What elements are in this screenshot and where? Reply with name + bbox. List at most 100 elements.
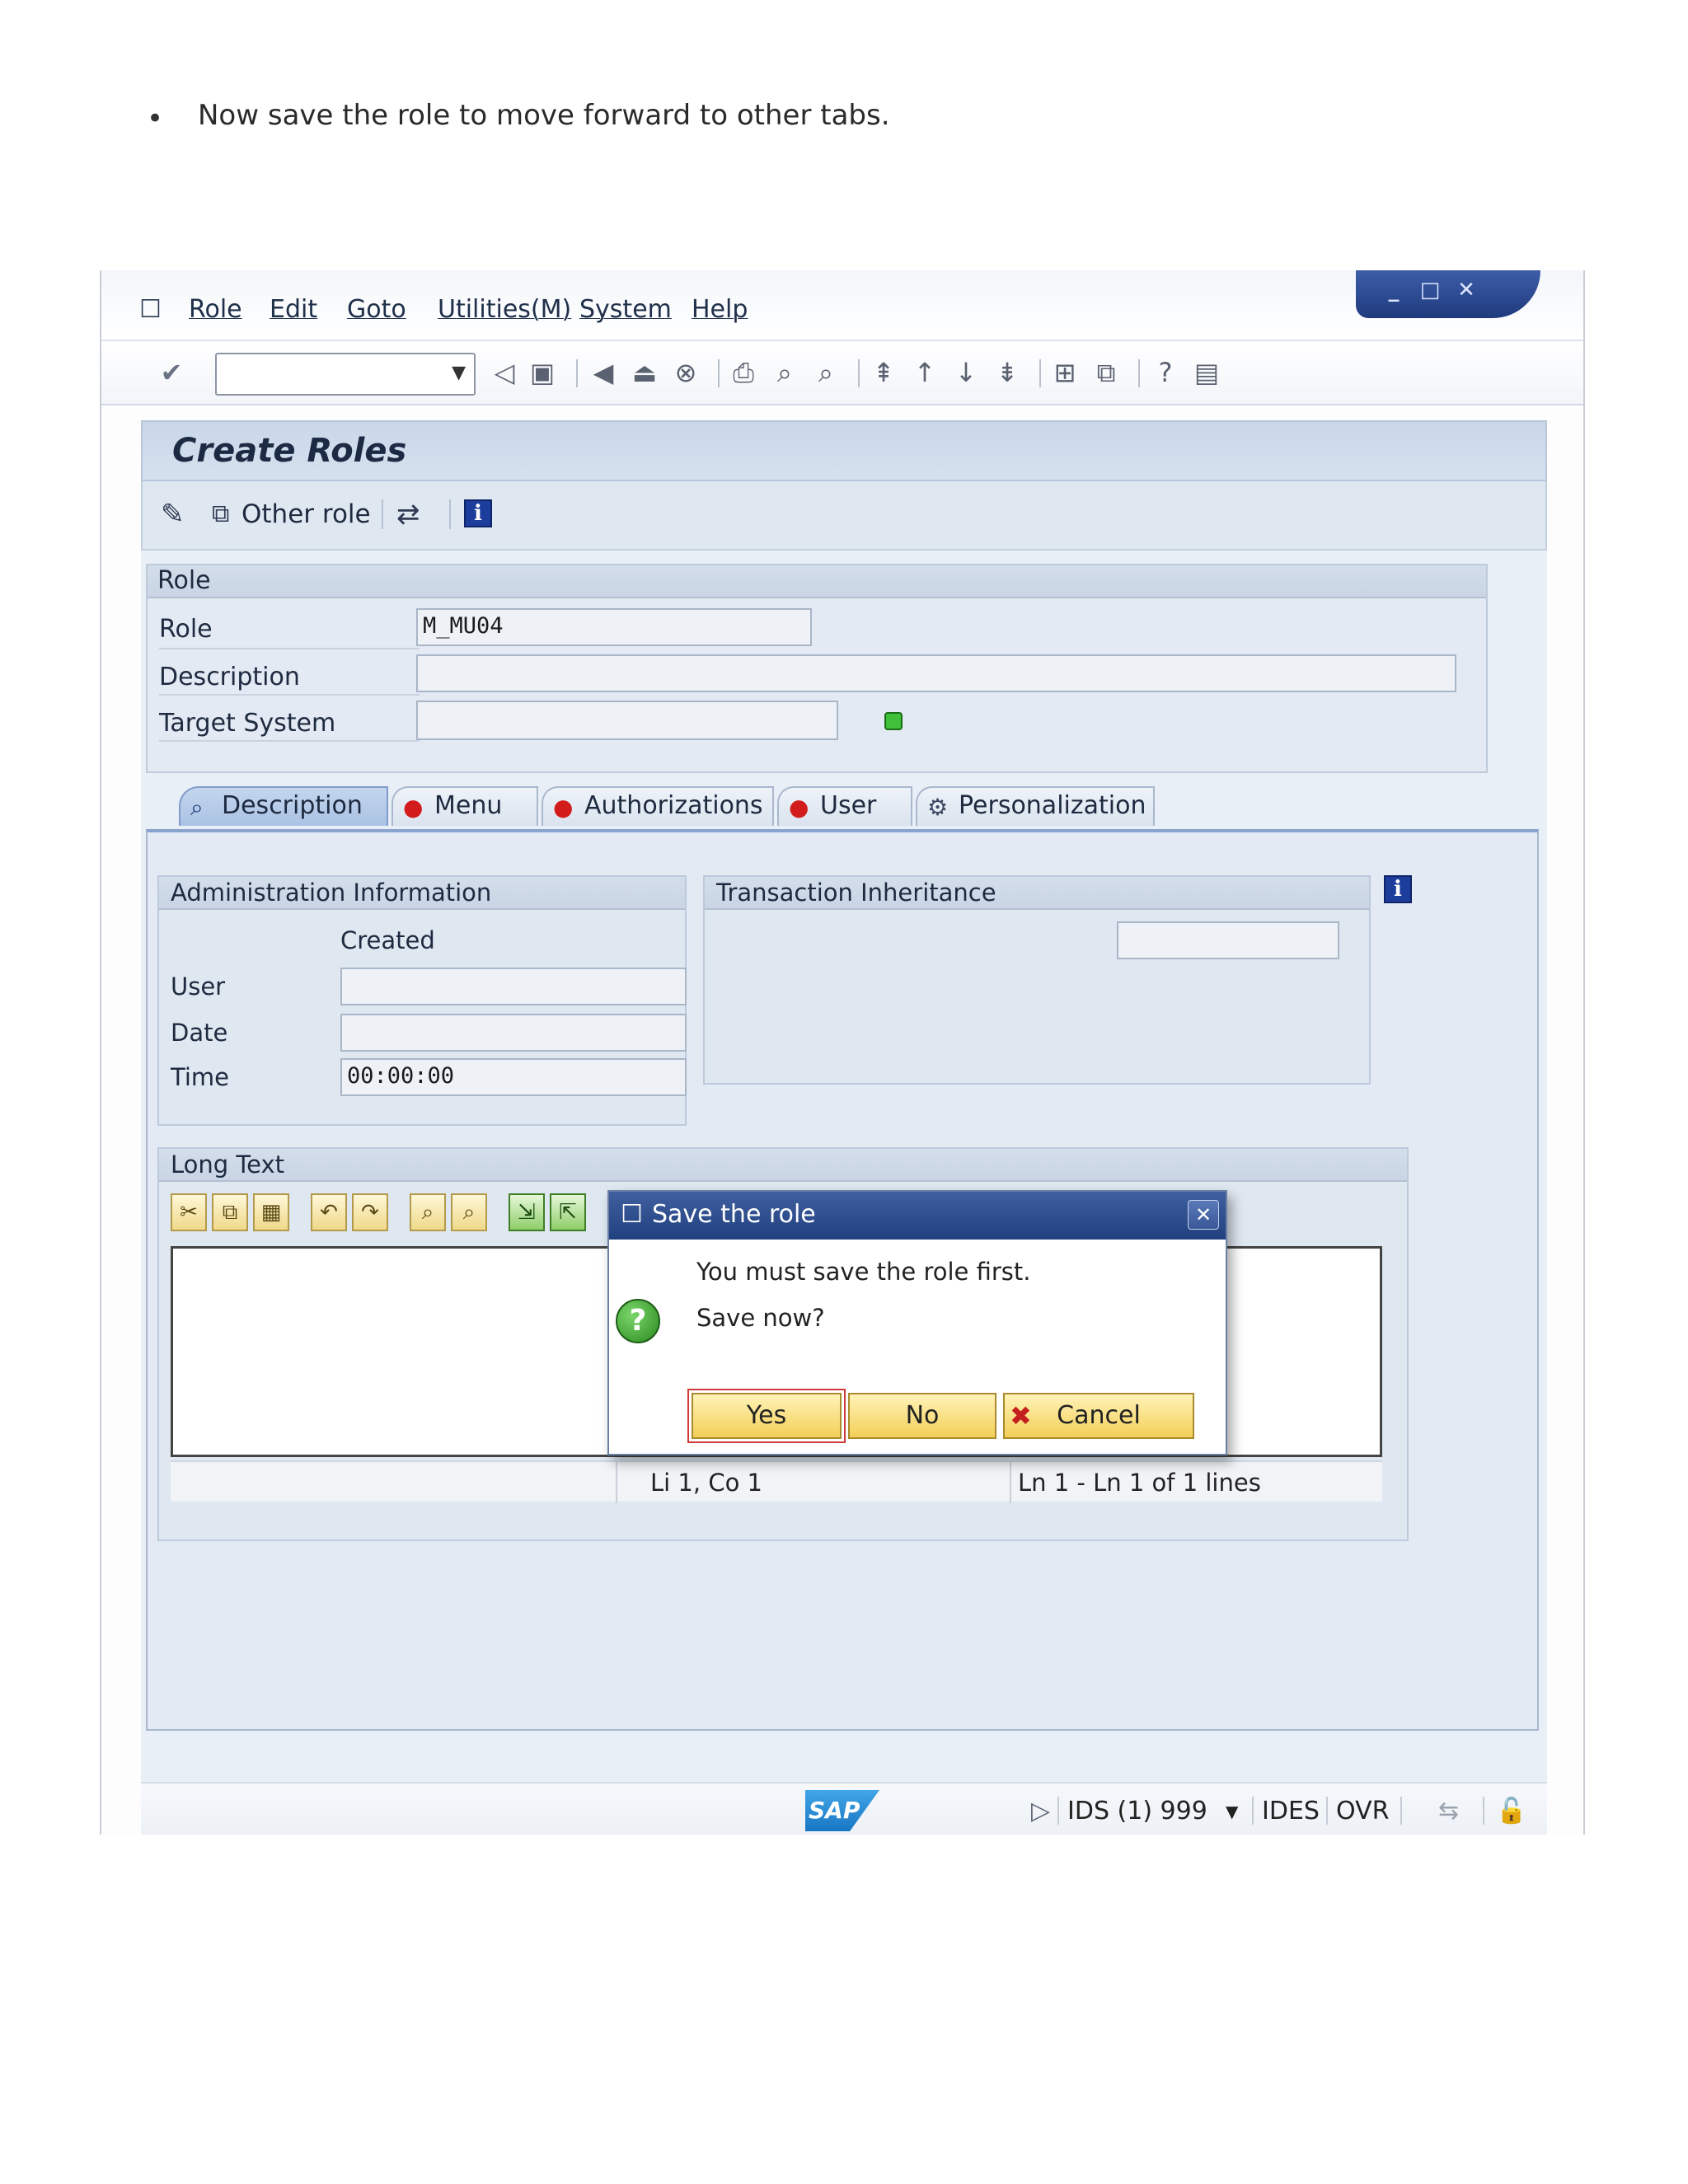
dialog-edit-icon: ☐ — [621, 1200, 643, 1229]
redo-icon[interactable]: ↷ — [352, 1193, 388, 1231]
enter-check-icon[interactable]: ✔ — [156, 356, 187, 389]
cut-icon[interactable]: ✂ — [171, 1193, 207, 1231]
title-bar: Create Roles — [141, 420, 1547, 481]
target-system-input[interactable] — [416, 701, 838, 740]
cancel-icon[interactable]: ⊗ — [670, 356, 701, 389]
paste-icon[interactable]: ▦ — [253, 1193, 289, 1231]
maximize-button[interactable]: □ — [1417, 277, 1443, 303]
undo-icon[interactable]: ↶ — [311, 1193, 347, 1231]
cancel-button[interactable]: ✖ Cancel — [1003, 1393, 1194, 1439]
system-info[interactable]: IDS (1) 999 — [1067, 1797, 1207, 1825]
chevron-down-icon[interactable]: ▼ — [1226, 1802, 1238, 1821]
other-role-button[interactable]: Other role — [241, 499, 371, 529]
other-role-icon[interactable]: ⧉ — [212, 499, 229, 528]
inheritance-field — [1117, 921, 1339, 959]
menu-edit-icon[interactable]: ☐ — [139, 295, 162, 324]
layout-menu-icon[interactable]: ▤ — [1191, 356, 1222, 389]
tab-personalization[interactable]: ⚙ Personalization — [916, 786, 1155, 826]
last-page-icon[interactable]: ⇟ — [992, 356, 1023, 389]
field-underline — [159, 694, 420, 696]
import-icon[interactable]: ⇲ — [509, 1193, 545, 1231]
cursor-position: Li 1, Co 1 — [650, 1469, 762, 1497]
menu-role[interactable]: Role — [189, 295, 242, 324]
admin-info-group: Administration Information Created User … — [157, 875, 687, 1126]
save-role-dialog: ☐ Save the role ✕ You must save the role… — [607, 1190, 1227, 1455]
chevron-down-icon[interactable]: ▼ — [452, 363, 466, 383]
back-arrow-icon[interactable]: ◁ — [489, 356, 520, 389]
toolbar-separator — [576, 359, 578, 387]
display-change-icon[interactable]: ✎ — [161, 498, 185, 531]
application-toolbar: ✎ ⧉ Other role ⇄ i — [141, 481, 1547, 551]
export-icon[interactable]: ⇱ — [550, 1193, 586, 1231]
save-icon[interactable]: ▣ — [527, 356, 558, 389]
find-next-icon[interactable]: ⌕ — [451, 1193, 487, 1231]
dialog-close-button[interactable]: ✕ — [1188, 1200, 1219, 1230]
tab-menu[interactable]: ● Menu — [392, 786, 538, 826]
tab-description[interactable]: ⌕ Description — [179, 786, 388, 826]
find-icon[interactable]: ⌕ — [769, 356, 800, 389]
new-session-icon[interactable]: ⊞ — [1049, 356, 1081, 389]
previous-page-icon[interactable]: ↑ — [909, 356, 940, 389]
menu-utilities[interactable]: Utilities(M) — [438, 295, 571, 324]
transaction-inheritance-header: Transaction Inheritance — [705, 877, 1369, 910]
long-text-status-bar: Li 1, Co 1 Ln 1 - Ln 1 of 1 lines — [171, 1460, 1382, 1503]
description-input[interactable] — [416, 654, 1456, 692]
menu-system[interactable]: System — [579, 295, 672, 324]
lock-icon[interactable]: 🔓 — [1496, 1797, 1526, 1825]
status-light-icon — [884, 712, 903, 730]
role-label: Role — [159, 615, 213, 644]
menu-goto[interactable]: Goto — [347, 295, 406, 324]
dialog-question: Save now? — [696, 1304, 825, 1332]
created-time-field: 00:00:00 — [340, 1058, 687, 1096]
toolbar-separator — [382, 499, 383, 529]
copy-icon[interactable]: ⧉ — [212, 1193, 248, 1231]
help-icon[interactable]: ? — [1150, 356, 1181, 389]
toolbar-separator — [449, 499, 451, 529]
tab-description-label: Description — [222, 791, 363, 820]
status-separator — [1483, 1797, 1484, 1825]
exit-icon[interactable]: ⏏ — [629, 356, 660, 389]
info-icon[interactable]: i — [1384, 875, 1412, 903]
find-next-icon[interactable]: ⌕ — [810, 356, 842, 389]
main-area: Create Roles ✎ ⧉ Other role ⇄ i Role Rol… — [141, 420, 1547, 1788]
dialog-title: Save the role — [652, 1200, 816, 1229]
bullet-marker: • — [147, 102, 164, 135]
shortcut-icon[interactable]: ⧉ — [1090, 356, 1122, 389]
close-window-button[interactable]: ✕ — [1453, 277, 1479, 303]
page-title: Create Roles — [172, 432, 407, 470]
tab-user[interactable]: ● User — [777, 786, 912, 826]
line-count: Ln 1 - Ln 1 of 1 lines — [1018, 1469, 1261, 1497]
first-page-icon[interactable]: ⇞ — [868, 356, 899, 389]
tab-authorizations[interactable]: ● Authorizations — [542, 786, 774, 826]
menu-edit[interactable]: Edit — [270, 295, 317, 324]
magnifier-icon: ⌕ — [190, 794, 204, 821]
back-icon[interactable]: ◀ — [588, 356, 619, 389]
created-column-label: Created — [340, 926, 435, 954]
menu-help[interactable]: Help — [692, 295, 748, 324]
print-icon[interactable]: ⎙ — [728, 356, 759, 389]
status-separator — [1326, 1797, 1328, 1825]
status-expand-icon[interactable]: ▷ — [1031, 1797, 1050, 1825]
transfer-icon[interactable]: ⇆ — [1438, 1797, 1459, 1825]
status-separator — [1252, 1797, 1254, 1825]
yes-button[interactable]: Yes — [687, 1389, 846, 1443]
info-icon[interactable]: i — [464, 499, 492, 527]
role-group-header: Role — [148, 565, 1486, 598]
standard-toolbar: ✔ ▼ ◁ ▣ ◀ ⏏ ⊗ ⎙ ⌕ ⌕ ⇞ ↑ ↓ ⇟ ⊞ ⧉ ? ▤ — [101, 341, 1583, 405]
cancel-button-label: Cancel — [1057, 1401, 1141, 1430]
role-input[interactable]: M_MU04 — [416, 608, 812, 646]
tab-personalization-label: Personalization — [959, 791, 1146, 820]
date-label: Date — [171, 1019, 228, 1047]
transport-icon[interactable]: ⇄ — [396, 498, 420, 531]
next-page-icon[interactable]: ↓ — [950, 356, 982, 389]
command-field[interactable]: ▼ — [215, 353, 476, 396]
insert-mode[interactable]: OVR — [1336, 1797, 1389, 1825]
toolbar-separator — [1138, 359, 1140, 387]
minimize-button[interactable]: _ — [1381, 277, 1407, 303]
transaction-inheritance-group: Transaction Inheritance — [703, 875, 1371, 1085]
status-separator — [1057, 1797, 1059, 1825]
no-button[interactable]: No — [848, 1393, 996, 1439]
instruction-text: Now save the role to move forward to oth… — [198, 99, 890, 132]
find-icon[interactable]: ⌕ — [410, 1193, 446, 1231]
client-info: IDES — [1262, 1797, 1320, 1825]
